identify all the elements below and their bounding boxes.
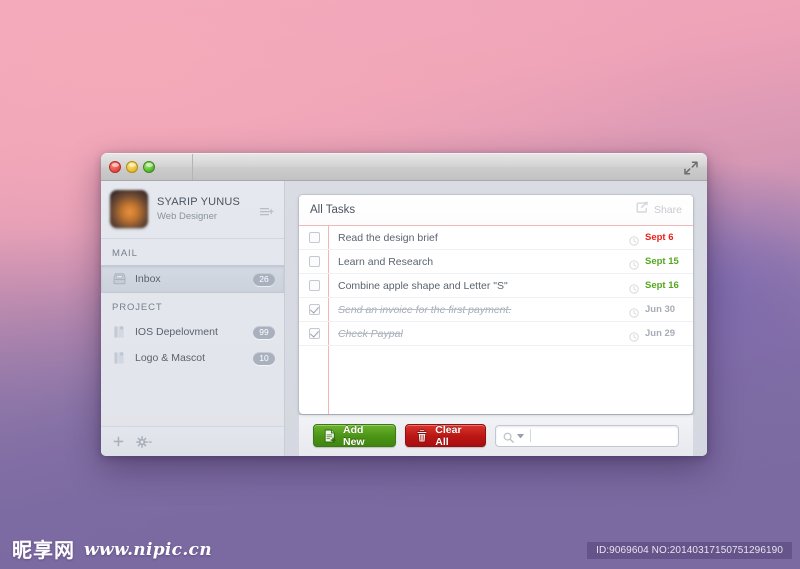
sidebar-item-label: IOS Depelovment: [135, 326, 218, 338]
clock-icon: [629, 281, 639, 294]
task-label: Send an invoice for the first payment.: [338, 303, 512, 316]
table-row[interactable]: Combine apple shape and Letter "S" Sept …: [299, 274, 693, 298]
search-magnifier-icon[interactable]: [503, 430, 514, 443]
task-meta: Jun 30: [629, 304, 693, 318]
watermark-logo-text: 昵享网: [12, 538, 75, 562]
table-row[interactable]: Learn and Research Sept 15: [299, 250, 693, 274]
task-label: Learn and Research: [338, 255, 434, 268]
task-checkbox[interactable]: [309, 232, 320, 243]
task-label: Read the design brief: [338, 231, 438, 244]
watermark: 昵享网 www.nipic.cn: [12, 539, 212, 561]
add-new-label: Add New: [343, 423, 365, 448]
section-label-project: PROJECT: [112, 302, 163, 313]
window-body: SYARIP YUNUS Web Designer MAIL Inbox 26 …: [101, 181, 707, 456]
titlebar-divider: [192, 154, 193, 180]
avatar: [110, 190, 148, 228]
trash-icon: [415, 429, 429, 443]
user-profile-row[interactable]: SYARIP YUNUS Web Designer: [101, 181, 284, 239]
sidebar-footer: [101, 426, 284, 456]
status-badge: 26: [253, 272, 275, 286]
task-checkbox[interactable]: [309, 328, 320, 339]
task-label: Check Paypal: [338, 327, 403, 340]
task-date: Sept 16: [645, 280, 679, 291]
zoom-button[interactable]: [143, 161, 155, 173]
user-meta: SYARIP YUNUS Web Designer: [157, 196, 260, 223]
list-add-icon[interactable]: [260, 204, 274, 216]
task-checkbox[interactable]: [309, 256, 320, 267]
add-new-button[interactable]: Add New: [313, 423, 397, 448]
clear-all-label: Clear All: [435, 423, 462, 448]
task-date: Sept 6: [645, 232, 674, 243]
close-button[interactable]: [109, 161, 121, 173]
task-meta: Jun 29: [629, 328, 693, 342]
sidebar-item-label: Inbox: [135, 273, 161, 285]
page-title: All Tasks: [310, 204, 356, 216]
task-meta: Sept 15: [629, 256, 693, 270]
bottom-toolbar: Add New Clear All: [299, 414, 693, 456]
task-meta: Sept 16: [629, 280, 693, 294]
sidebar-item-label: Logo & Mascot: [135, 352, 206, 364]
fullscreen-expand-icon[interactable]: [682, 159, 700, 177]
sidebar-item-ios-depelovment[interactable]: IOS Depelovment 99: [101, 319, 284, 345]
watermark-url: www.nipic.cn: [84, 540, 212, 560]
card-header: All Tasks Share: [299, 195, 693, 226]
application-window: SYARIP YUNUS Web Designer MAIL Inbox 26 …: [101, 153, 707, 456]
section-label-mail: MAIL: [112, 248, 138, 259]
minimize-button[interactable]: [126, 161, 138, 173]
task-card: All Tasks Share Read the design brief Se…: [299, 195, 693, 414]
main-panel: All Tasks Share Read the design brief Se…: [285, 181, 707, 456]
task-meta: Sept 6: [629, 232, 693, 246]
status-badge: 99: [253, 325, 275, 339]
book-icon: [112, 351, 127, 365]
clear-all-button[interactable]: Clear All: [405, 423, 486, 448]
task-checkbox[interactable]: [309, 280, 320, 291]
window-titlebar[interactable]: [101, 153, 707, 181]
book-icon: [112, 325, 127, 339]
user-name: SYARIP YUNUS: [157, 195, 241, 208]
plus-icon[interactable]: [113, 436, 124, 447]
sidebar-item-inbox[interactable]: Inbox 26: [101, 265, 284, 293]
table-row[interactable]: Check Paypal Jun 29: [299, 322, 693, 346]
task-date: Jun 30: [645, 304, 676, 315]
clock-icon: [629, 233, 639, 246]
traffic-light-group: [109, 161, 155, 173]
share-export-icon: [635, 201, 649, 219]
chevron-down-icon[interactable]: [517, 433, 524, 438]
sidebar-item-logo-mascot[interactable]: Logo & Mascot 10: [101, 345, 284, 371]
task-checkbox[interactable]: [309, 304, 320, 315]
new-document-icon: [323, 429, 337, 443]
gear-icon[interactable]: [136, 435, 152, 448]
sidebar: SYARIP YUNUS Web Designer MAIL Inbox 26 …: [101, 181, 285, 456]
clock-icon: [629, 257, 639, 270]
table-row[interactable]: Send an invoice for the first payment. J…: [299, 298, 693, 322]
search-divider: [530, 429, 531, 442]
table-row[interactable]: Read the design brief Sept 6: [299, 226, 693, 250]
inbox-tray-icon: [112, 272, 127, 286]
status-badge: 10: [253, 351, 275, 365]
task-date: Sept 15: [645, 256, 679, 267]
clock-icon: [629, 305, 639, 318]
image-id-label: ID:9069604 NO:20140317150751296190: [587, 542, 792, 559]
search-input[interactable]: [537, 425, 678, 446]
task-list: Read the design brief Sept 6 Learn and R…: [299, 226, 693, 414]
task-label: Combine apple shape and Letter "S": [338, 279, 508, 292]
user-role: Web Designer: [157, 210, 218, 222]
share-label: Share: [653, 204, 682, 216]
share-button[interactable]: Share: [635, 201, 682, 219]
search-field[interactable]: [495, 424, 679, 447]
clock-icon: [629, 329, 639, 342]
task-date: Jun 29: [645, 328, 676, 339]
